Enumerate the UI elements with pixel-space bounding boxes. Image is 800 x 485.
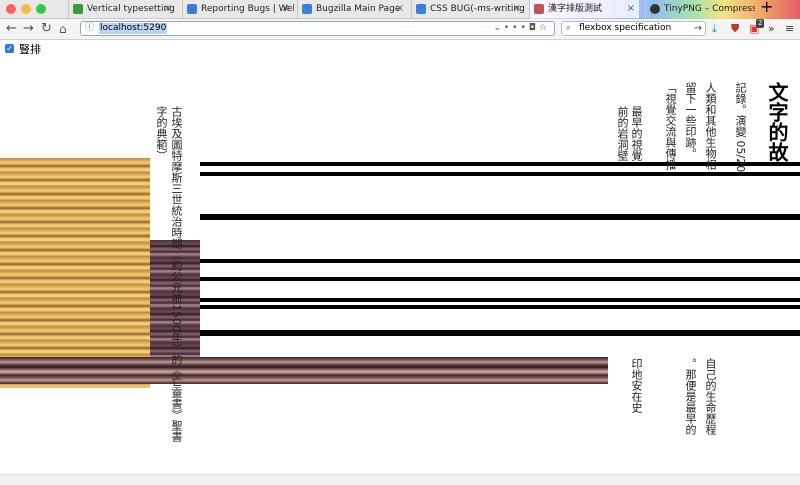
close-icon[interactable]: × <box>396 0 404 18</box>
minimize-window-button[interactable] <box>21 4 31 14</box>
tab-strip: Vertical typesetting wi × Reporting Bugs… <box>0 0 800 46</box>
divider-line <box>200 330 800 336</box>
close-icon[interactable]: × <box>282 0 290 18</box>
search-icon: ⌕ <box>566 23 572 33</box>
more-icon[interactable]: ••• <box>504 23 529 33</box>
text-column: 前的岩洞壁 <box>616 106 629 161</box>
overflow-chevron-icon[interactable]: » <box>768 21 775 37</box>
artwork-image-strip <box>0 158 150 388</box>
divider-line <box>200 214 800 220</box>
panda-icon <box>650 4 660 14</box>
divider-line <box>200 305 800 309</box>
text-column: 「視覺交流與傳播 <box>664 82 677 170</box>
address-bar[interactable]: ⓘ localhost:5290 ⌄•••◘☆ <box>80 21 555 36</box>
caption-column: 古埃及圖特摩斯三世統治時期（約公元前1500年）的《亡靈書》聖書 <box>170 106 183 442</box>
horizontal-scrollbar[interactable] <box>0 474 800 485</box>
checkbox-label: 豎排 <box>19 43 41 56</box>
bookmark-star-icon[interactable]: ☆ <box>539 23 550 33</box>
text-column: 記錄。演變 05/20 <box>734 82 747 173</box>
info-icon[interactable]: ⓘ <box>85 22 94 35</box>
spreadsheet-icon <box>73 4 83 14</box>
divider-line <box>200 277 800 281</box>
url-text[interactable]: localhost:5290 <box>99 23 168 34</box>
page-content: ✓ 豎排 文字的故 記錄。演變 05/20 人類和其他生物相 留下一些印跡。 「… <box>0 40 800 485</box>
text-column: 印地安在史 <box>630 358 643 413</box>
tab-bugzilla[interactable]: Bugzilla Main Page × <box>297 0 408 18</box>
close-icon[interactable]: × <box>627 0 635 18</box>
webkit-icon <box>302 4 312 14</box>
tab-hanzi-typesetting[interactable]: 漢字排版測試 × <box>529 0 639 18</box>
text-column: 最早的視覺 <box>630 106 643 161</box>
text-column: 人類和其他生物相 <box>704 82 717 170</box>
reload-icon[interactable]: ↻ <box>41 20 52 38</box>
navigation-bar: ← → ↻ ⌂ ⓘ localhost:5290 ⌄•••◘☆ ⌕ flexbo… <box>0 19 800 40</box>
new-tab-button[interactable]: + <box>760 0 773 16</box>
chevron-down-icon[interactable]: ⌄ <box>493 23 504 33</box>
divider-line <box>200 172 800 176</box>
back-arrow-icon[interactable]: ← <box>6 20 17 38</box>
menu-icon[interactable]: ≡ <box>785 21 794 37</box>
tab-reporting-bugs[interactable]: Reporting Bugs | Webk × <box>182 0 294 18</box>
search-input[interactable]: flexbox specification <box>579 22 671 35</box>
tab-tinypng[interactable]: TinyPNG – Compress <box>645 0 755 18</box>
extension-badge: 2 <box>756 19 765 28</box>
pocket-icon[interactable]: ◘ <box>529 23 539 33</box>
shield-icon[interactable]: ⛊ <box>731 21 739 37</box>
search-go-arrow-icon[interactable]: → <box>694 22 702 35</box>
home-icon[interactable]: ⌂ <box>59 20 67 38</box>
webkit-icon <box>187 4 197 14</box>
download-icon[interactable]: ⤓ <box>712 21 717 37</box>
page-actions: ⌄•••◘☆ <box>493 22 550 35</box>
close-icon[interactable]: × <box>164 0 172 18</box>
text-column: 。那便是最早的 <box>684 358 697 435</box>
webkit-icon <box>416 4 426 14</box>
close-icon[interactable]: × <box>513 0 521 18</box>
tab-css-bug[interactable]: CSS BUG(-ms-writing × <box>411 0 525 18</box>
article-title: 文字的故 <box>765 82 789 162</box>
maximize-window-button[interactable] <box>36 4 46 14</box>
forward-arrow-icon[interactable]: → <box>23 20 34 38</box>
search-bar[interactable]: ⌕ flexbox specification → <box>561 21 706 36</box>
vertical-toggle-checkbox[interactable]: ✓ <box>5 44 14 53</box>
caption-column: 字的典範） <box>155 106 168 161</box>
artwork-image-strip <box>0 357 608 384</box>
divider-line <box>200 298 800 302</box>
text-column: 自己的生命歷程 <box>704 358 717 435</box>
tab-vertical-typesetting[interactable]: Vertical typesetting wi × <box>68 0 176 18</box>
divider-line <box>200 259 800 263</box>
page-icon <box>534 4 544 14</box>
close-window-button[interactable] <box>6 4 16 14</box>
text-column: 留下一些印跡。 <box>684 82 697 159</box>
